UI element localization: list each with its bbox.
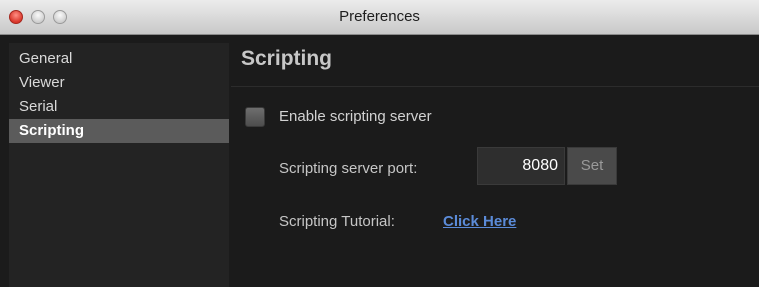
scripting-tutorial-link[interactable]: Click Here bbox=[443, 213, 516, 230]
window-title: Preferences bbox=[339, 8, 420, 25]
enable-scripting-server-checkbox[interactable] bbox=[245, 107, 265, 127]
scripting-panel: Scripting Enable scripting server Script… bbox=[231, 43, 759, 287]
heading-divider bbox=[231, 86, 759, 87]
sidebar: General Viewer Serial Scripting bbox=[9, 43, 229, 287]
scripting-server-port-input[interactable] bbox=[477, 147, 565, 185]
page-title: Scripting bbox=[241, 47, 333, 70]
title-bar: Preferences bbox=[0, 0, 759, 35]
scripting-tutorial-label: Scripting Tutorial: bbox=[279, 213, 395, 230]
sidebar-item-scripting[interactable]: Scripting bbox=[9, 119, 229, 143]
preferences-window: Preferences General Viewer Serial Script… bbox=[0, 0, 759, 287]
set-port-button[interactable]: Set bbox=[567, 147, 617, 185]
sidebar-item-serial[interactable]: Serial bbox=[9, 95, 229, 119]
sidebar-list: General Viewer Serial Scripting bbox=[9, 43, 229, 143]
scripting-server-port-label: Scripting server port: bbox=[279, 160, 418, 177]
enable-scripting-server-label[interactable]: Enable scripting server bbox=[279, 108, 432, 125]
sidebar-item-viewer[interactable]: Viewer bbox=[9, 71, 229, 95]
sidebar-item-general[interactable]: General bbox=[9, 47, 229, 71]
